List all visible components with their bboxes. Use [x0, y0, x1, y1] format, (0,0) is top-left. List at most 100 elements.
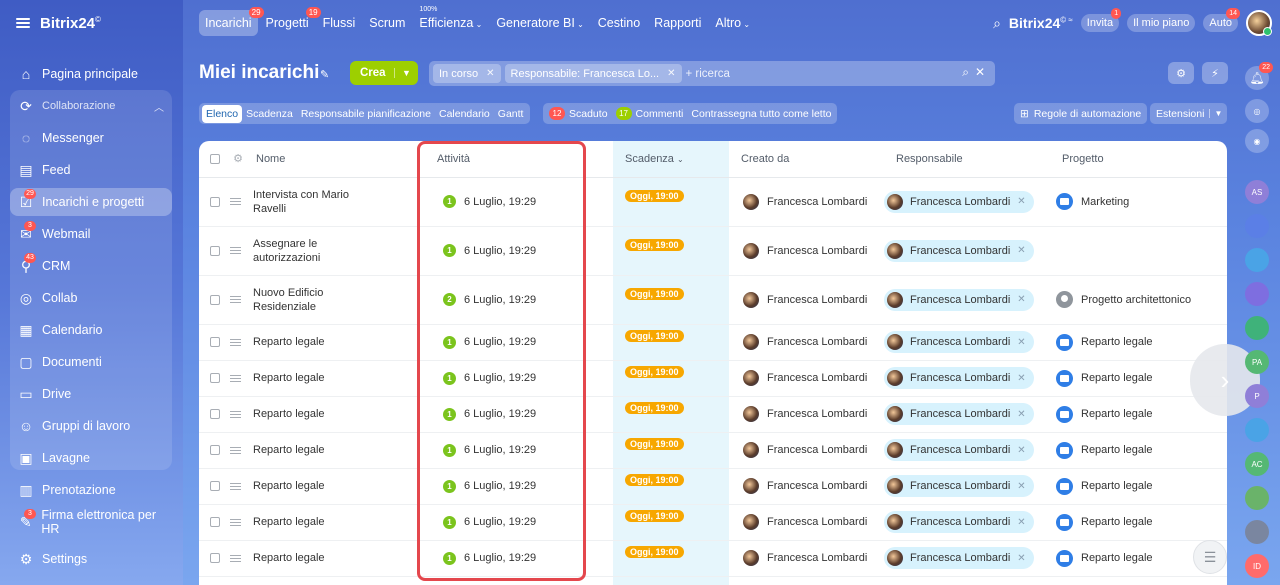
sidebar-item-feed[interactable]: ▤ Feed — [10, 156, 172, 184]
creator-link[interactable]: Francesca Lombardi — [729, 291, 884, 308]
close-icon[interactable]: ✕ — [1017, 337, 1025, 348]
drag-handle-icon[interactable] — [230, 445, 241, 456]
close-icon[interactable]: ✕ — [1017, 517, 1025, 528]
task-name-link[interactable]: Reparto legale — [253, 515, 325, 529]
view-calendario[interactable]: Calendario — [435, 105, 494, 123]
sidebar-item-calendario[interactable]: ▦ Calendario — [10, 316, 172, 344]
filter-chip-responsible[interactable]: Responsabile: Francesca Lo... ✕ — [504, 64, 682, 83]
close-icon[interactable]: ✕ — [1017, 481, 1025, 492]
creator-link[interactable]: Francesca Lombardi — [729, 370, 884, 386]
creator-link[interactable]: Francesca Lombardi — [729, 442, 884, 458]
responsible-chip[interactable]: Francesca Lombardi ✕ — [884, 239, 1034, 262]
drag-handle-icon[interactable] — [230, 196, 241, 207]
close-icon[interactable]: ✕ — [1017, 553, 1025, 564]
tab-scrum[interactable]: Scrum — [363, 10, 411, 36]
tab-cestino[interactable]: Cestino — [592, 10, 646, 36]
creator-link[interactable]: Francesca Lombardi — [729, 514, 884, 530]
column-responsible[interactable]: Responsabile — [884, 141, 1050, 178]
contact-avatar[interactable]: ID — [1245, 554, 1269, 578]
clear-icon[interactable]: ✕ — [975, 65, 985, 80]
row-checkbox[interactable] — [210, 373, 220, 383]
contact-avatar[interactable] — [1245, 282, 1269, 306]
row-checkbox[interactable] — [210, 445, 220, 455]
view-elenco[interactable]: Elenco — [202, 104, 243, 123]
spiral-icon[interactable]: ◎ — [1245, 99, 1269, 123]
responsible-chip[interactable]: Francesca Lombardi ✕ — [884, 367, 1034, 389]
responsible-chip[interactable]: Francesca Lombardi ✕ — [884, 403, 1034, 425]
task-name-link[interactable]: Nuovo Edificio Residenziale — [253, 286, 363, 314]
brand-logo[interactable]: Bitrix24© ≈ — [1009, 15, 1073, 31]
close-icon[interactable]: ✕ — [486, 68, 494, 79]
sidebar-item-webmail[interactable]: ✉ 3 Webmail — [10, 220, 172, 248]
sidebar-item-crm[interactable]: ⚲ 43 CRM — [10, 252, 172, 280]
tab-rapporti[interactable]: Rapporti — [648, 10, 707, 36]
comments-counter[interactable]: 17 Commenti — [615, 107, 683, 120]
creator-link[interactable]: Francesca Lombardi — [729, 242, 884, 259]
plan-button[interactable]: Il mio piano — [1127, 14, 1196, 32]
row-checkbox[interactable] — [210, 337, 220, 347]
search-input[interactable] — [685, 67, 946, 80]
close-icon[interactable]: ✕ — [1017, 409, 1025, 420]
deadline-badge[interactable]: Oggi, 19:00 — [625, 366, 684, 378]
tab-generatore-bi[interactable]: Generatore BI ⌄ — [490, 10, 589, 36]
task-name-link[interactable]: Reparto legale — [253, 551, 325, 565]
sidebar-item-messenger[interactable]: ◌ Messenger — [10, 124, 172, 152]
extensions-button[interactable]: Estensioni ▼ — [1150, 103, 1227, 124]
table-row[interactable]: Reparto legale 1 6 Luglio, 19:29 Oggi, 1… — [199, 540, 1227, 577]
chevron-down-icon[interactable]: ▼ — [394, 68, 418, 78]
table-row[interactable]: Reparto legale 1 6 Luglio, 19:29 Oggi, 1… — [199, 432, 1227, 469]
task-name-link[interactable]: Reparto legale — [253, 407, 325, 421]
user-avatar[interactable] — [1246, 10, 1272, 36]
task-name-link[interactable]: Reparto legale — [253, 479, 325, 493]
row-checkbox[interactable] — [210, 481, 220, 491]
responsible-chip[interactable]: Francesca Lombardi ✕ — [884, 331, 1034, 353]
task-name-link[interactable]: Assegnare le autorizzazioni — [253, 237, 363, 265]
sidebar-settings[interactable]: ⚙ Settings — [18, 551, 87, 567]
close-icon[interactable]: ✕ — [1017, 245, 1025, 256]
chevron-up-icon[interactable]: ︿ — [154, 99, 164, 114]
lightning-button[interactable]: ⚡ — [1202, 62, 1228, 84]
overdue-counter[interactable]: 12 Scaduto — [549, 107, 608, 120]
tab-flussi[interactable]: Flussi — [317, 10, 362, 36]
tab-incarichi[interactable]: Incarichi 29 — [199, 7, 264, 36]
pin-icon[interactable]: ✎ — [320, 68, 329, 81]
menu-icon[interactable] — [16, 18, 30, 28]
table-row[interactable]: Assegnare le autorizzazioni 1 6 Luglio, … — [199, 226, 1227, 276]
contact-avatar[interactable] — [1245, 418, 1269, 442]
drag-handle-icon[interactable] — [230, 553, 241, 564]
creator-link[interactable]: Francesca Lombardi — [729, 193, 884, 210]
contact-avatar[interactable] — [1245, 316, 1269, 340]
filter-search[interactable]: In corso ✕ Responsabile: Francesca Lo... ✕… — [429, 61, 995, 86]
contact-avatar[interactable]: AS — [1245, 180, 1269, 204]
project-link[interactable]: Reparto legale — [1050, 477, 1227, 495]
contact-avatar[interactable]: AC — [1245, 452, 1269, 476]
chevron-down-icon[interactable]: ▼ — [1209, 109, 1227, 118]
deadline-badge[interactable]: Oggi, 19:00 — [625, 546, 684, 558]
tab-efficienza[interactable]: Efficienza ⌄ 100% — [413, 6, 488, 36]
drag-handle-icon[interactable] — [230, 481, 241, 492]
contact-avatar[interactable] — [1245, 486, 1269, 510]
row-checkbox[interactable] — [210, 553, 220, 563]
drag-handle-icon[interactable] — [230, 294, 241, 305]
gear-icon[interactable]: ⚙ — [233, 152, 243, 165]
creator-link[interactable]: Francesca Lombardi — [729, 334, 884, 350]
sidebar-item-drive[interactable]: ▭ Drive — [10, 380, 172, 408]
task-name-link[interactable]: Intervista con Mario Ravelli — [253, 188, 363, 216]
drag-handle-icon[interactable] — [230, 409, 241, 420]
logo[interactable]: Bitrix24© — [40, 15, 101, 32]
responsible-chip[interactable]: Francesca Lombardi ✕ — [884, 511, 1034, 533]
sidebar-item-pagina-principale[interactable]: ⌂ Pagina principale — [10, 60, 172, 88]
row-checkbox[interactable] — [210, 294, 220, 305]
table-row[interactable]: Intervista con Mario Ravelli 1 6 Luglio,… — [199, 177, 1227, 227]
filter-chip-status[interactable]: In corso ✕ — [433, 64, 501, 83]
sidebar-item-prenotazione[interactable]: ▥ Prenotazione — [10, 476, 172, 504]
responsible-chip[interactable]: Francesca Lombardi ✕ — [884, 288, 1034, 311]
task-name-link[interactable]: Reparto legale — [253, 371, 325, 385]
project-link[interactable]: Marketing — [1050, 193, 1227, 210]
list-menu-button[interactable]: ☰ — [1193, 540, 1227, 574]
sidebar-item-lavagne[interactable]: ▣ Lavagne — [10, 444, 172, 472]
creator-link[interactable]: Francesca Lombardi — [729, 406, 884, 422]
responsible-chip[interactable]: Francesca Lombardi ✕ — [884, 439, 1034, 461]
sidebar-item-collab[interactable]: ◎ Collab — [10, 284, 172, 312]
close-icon[interactable]: ✕ — [1017, 196, 1025, 207]
